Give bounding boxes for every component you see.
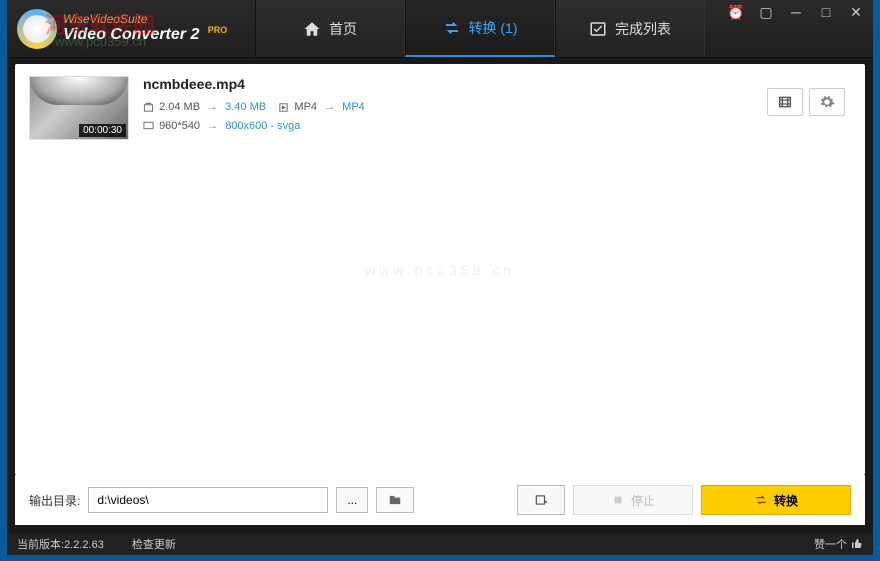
minimize-button[interactable]: ─ — [787, 4, 805, 21]
resolution-icon — [143, 120, 154, 131]
film-icon — [777, 94, 793, 110]
home-icon — [303, 20, 321, 38]
edit-video-button[interactable] — [767, 88, 803, 116]
app-suite-name: WiseVideoSuite — [63, 13, 227, 26]
content-watermark: www.pc0359.cn — [365, 262, 515, 278]
output-path-input[interactable] — [88, 487, 328, 513]
thumbs-up-icon — [851, 538, 863, 550]
tab-completed-label: 完成列表 — [615, 19, 671, 39]
browse-button[interactable]: ... — [336, 487, 368, 513]
settings-button[interactable] — [809, 88, 845, 116]
video-thumbnail[interactable]: 00:00:30 — [29, 76, 129, 140]
video-duration: 00:00:30 — [79, 124, 126, 137]
check-update-link[interactable]: 检查更新 — [132, 536, 176, 552]
convert-button[interactable]: 转换 — [701, 485, 851, 515]
convert-icon — [443, 19, 461, 37]
tab-home[interactable]: 首页 — [255, 0, 405, 57]
add-file-icon — [534, 493, 548, 507]
logo-icon — [17, 9, 57, 49]
app-title: Video Converter 2 — [63, 26, 199, 43]
add-file-button[interactable] — [517, 485, 565, 515]
conversion-item[interactable]: 00:00:30 ncmbdeee.mp4 2.04 MB → 3.40 MB … — [15, 64, 865, 152]
folder-icon — [387, 493, 403, 507]
app-logo: WiseVideoSuite Video Converter 2 PRO 河东软… — [7, 0, 255, 58]
output-dir-label: 输出目录: — [29, 492, 80, 509]
maximize-button[interactable]: □ — [817, 4, 835, 21]
app-edition-badge: PRO — [208, 25, 228, 35]
like-link[interactable]: 赞一个 — [814, 536, 863, 552]
checklist-icon — [589, 20, 607, 38]
filesize-icon — [143, 102, 154, 113]
format-icon — [278, 102, 289, 113]
gear-icon — [819, 94, 835, 110]
convert-action-icon — [754, 493, 768, 507]
tab-convert-label: 转换 (1) — [469, 18, 518, 38]
skin-icon[interactable]: ▢ — [757, 4, 775, 21]
open-folder-button[interactable] — [376, 487, 414, 513]
video-meta-line1: 2.04 MB → 3.40 MB MP4 → MP4 — [143, 98, 767, 117]
video-meta-line2: 960*540 → 800x600 - svga — [143, 117, 767, 136]
version-info: 当前版本:2.2.2.63 — [17, 536, 104, 552]
close-button[interactable]: ✕ — [847, 4, 865, 21]
tab-home-label: 首页 — [329, 19, 357, 39]
tab-convert[interactable]: 转换 (1) — [405, 0, 555, 57]
stop-icon — [611, 493, 625, 507]
video-filename: ncmbdeee.mp4 — [143, 76, 767, 92]
stop-button: 停止 — [573, 485, 693, 515]
alarm-icon[interactable]: ⏰ — [727, 4, 745, 21]
tab-completed[interactable]: 完成列表 — [555, 0, 705, 57]
